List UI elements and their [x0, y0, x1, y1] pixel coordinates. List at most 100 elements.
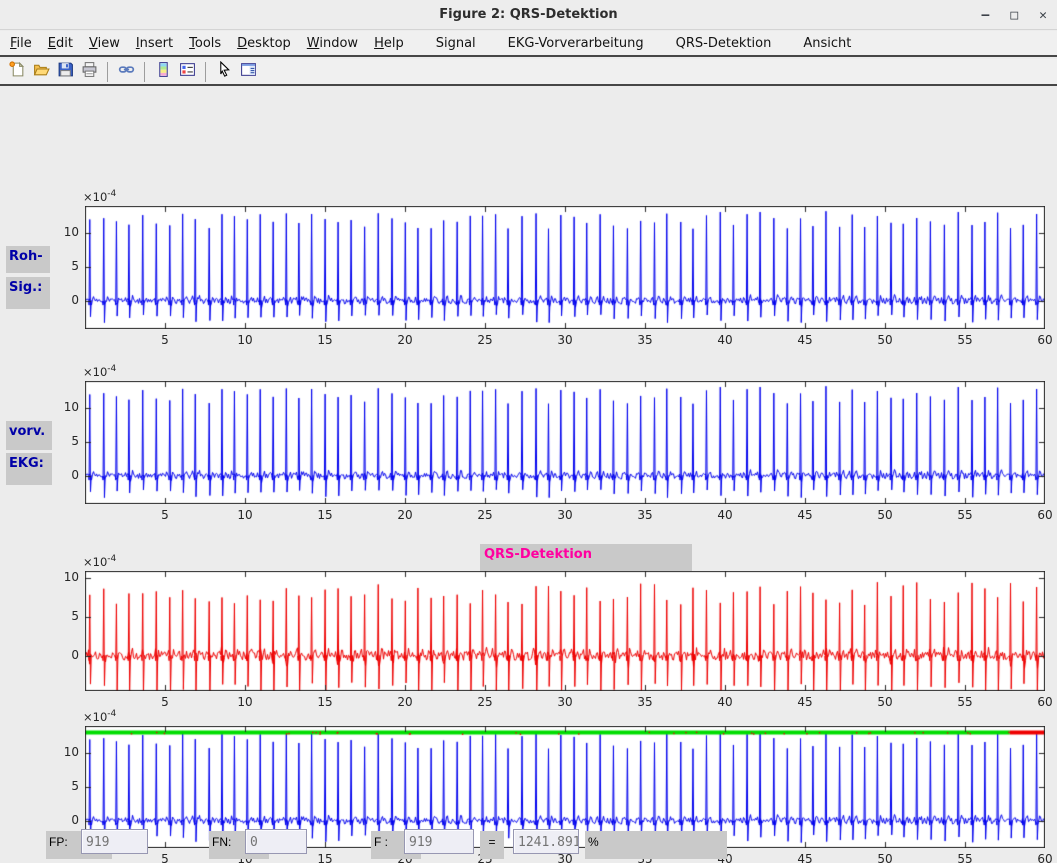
fp-field[interactable] — [81, 829, 148, 854]
x-tick-label: 30 — [557, 333, 572, 347]
f-field[interactable] — [404, 829, 474, 854]
x-tick-label: 35 — [637, 508, 652, 522]
y-tick-label: 5 — [57, 779, 79, 793]
link-plot-button[interactable] — [114, 61, 138, 83]
menu-help[interactable]: Help — [366, 36, 412, 51]
toolbar-separator — [144, 62, 145, 82]
menu-edit[interactable]: Edit — [40, 36, 81, 51]
open-file-button[interactable] — [29, 61, 53, 83]
x-tick-label: 60 — [1037, 333, 1052, 347]
insert-colorbar-button[interactable] — [151, 61, 175, 83]
x-tick-label: 60 — [1037, 508, 1052, 522]
menubar: FileEditViewInsertToolsDesktopWindowHelp… — [0, 31, 1057, 57]
new-figure-button[interactable] — [5, 61, 29, 83]
percent-label: % — [585, 831, 727, 859]
x-tick-label: 15 — [317, 695, 332, 709]
save-figure-icon — [57, 61, 74, 82]
menu-file[interactable]: File — [2, 36, 40, 51]
figure-canvas-area: Roh- Sig.: vorv. EKG: QRS-Detektion 5101… — [0, 86, 1057, 815]
x-tick-label: 5 — [161, 695, 169, 709]
x-tick-label: 30 — [557, 695, 572, 709]
label-ekg: EKG: — [6, 453, 52, 485]
x-tick-label: 40 — [717, 695, 732, 709]
y-tick-label: 5 — [57, 259, 79, 273]
close-button[interactable]: ✕ — [1039, 8, 1047, 23]
menu-window[interactable]: Window — [299, 36, 366, 51]
x-tick-label: 35 — [637, 695, 652, 709]
y-axis-exponent-label: ×10-4 — [83, 554, 116, 569]
y-axis-exponent-label: ×10-4 — [83, 709, 116, 724]
menu-insert[interactable]: Insert — [128, 36, 181, 51]
toolbar-separator — [107, 62, 108, 82]
minimize-button[interactable]: – — [982, 8, 990, 23]
insert-legend-icon — [179, 61, 196, 82]
label-vorv: vorv. — [6, 421, 52, 450]
property-editor-button[interactable] — [236, 61, 260, 83]
x-tick-label: 55 — [957, 695, 972, 709]
x-tick-label: 20 — [397, 508, 412, 522]
x-tick-label: 45 — [797, 508, 812, 522]
window-controls: – □ ✕ — [982, 0, 1047, 30]
x-tick-label: 10 — [237, 508, 252, 522]
link-plot-icon — [118, 61, 135, 82]
y-tick-label: 0 — [57, 293, 79, 307]
x-tick-label: 10 — [237, 695, 252, 709]
x-tick-label: 35 — [637, 333, 652, 347]
x-tick-label: 55 — [957, 508, 972, 522]
toolbar-separator — [205, 62, 206, 82]
x-tick-label: 50 — [877, 852, 892, 863]
open-file-icon — [33, 61, 50, 82]
window-title: Figure 2: QRS-Detektion — [0, 7, 1057, 22]
x-tick-label: 20 — [397, 695, 412, 709]
print-figure-button[interactable] — [77, 61, 101, 83]
menu-view[interactable]: View — [81, 36, 128, 51]
fn-field[interactable] — [245, 829, 307, 854]
x-tick-label: 10 — [237, 333, 252, 347]
roh-signal-axes[interactable] — [85, 206, 1045, 329]
x-tick-label: 45 — [797, 333, 812, 347]
menu-ansicht[interactable]: Ansicht — [795, 36, 859, 51]
menu-desktop[interactable]: Desktop — [229, 36, 299, 51]
x-tick-label: 55 — [957, 333, 972, 347]
insert-legend-button[interactable] — [175, 61, 199, 83]
x-tick-label: 55 — [957, 852, 972, 863]
x-tick-label: 30 — [557, 508, 572, 522]
x-tick-label: 50 — [877, 695, 892, 709]
qrs-detektion-axes[interactable] — [85, 571, 1045, 691]
edit-plot-icon — [216, 61, 233, 82]
vorv-ekg-axes[interactable] — [85, 381, 1045, 504]
menu-qrs-detektion[interactable]: QRS-Detektion — [668, 36, 780, 51]
y-axis-exponent-label: ×10-4 — [83, 364, 116, 379]
x-tick-label: 25 — [477, 695, 492, 709]
equals-label: = — [480, 831, 504, 859]
x-tick-label: 15 — [317, 852, 332, 863]
label-sig: Sig.: — [6, 277, 50, 309]
figure-window: Figure 2: QRS-Detektion – □ ✕ FileEditVi… — [0, 0, 1057, 863]
edit-plot-button[interactable] — [212, 61, 236, 83]
x-tick-label: 15 — [317, 333, 332, 347]
x-tick-label: 25 — [477, 333, 492, 347]
x-tick-label: 60 — [1037, 852, 1052, 863]
x-tick-label: 45 — [797, 695, 812, 709]
x-tick-label: 50 — [877, 508, 892, 522]
x-tick-label: 40 — [717, 333, 732, 347]
print-figure-icon — [81, 61, 98, 82]
x-tick-label: 45 — [797, 852, 812, 863]
y-tick-label: 10 — [57, 745, 79, 759]
menu-ekg-vorverarbeitung[interactable]: EKG-Vorverarbeitung — [500, 36, 652, 51]
x-tick-label: 15 — [317, 508, 332, 522]
property-editor-icon — [240, 61, 257, 82]
y-tick-label: 0 — [57, 813, 79, 827]
y-tick-label: 5 — [57, 434, 79, 448]
menu-tools[interactable]: Tools — [181, 36, 229, 51]
toolbar — [0, 59, 1057, 86]
x-tick-label: 25 — [477, 508, 492, 522]
menu-signal[interactable]: Signal — [428, 36, 484, 51]
ratio-field[interactable] — [513, 829, 579, 854]
x-tick-label: 20 — [397, 333, 412, 347]
save-figure-button[interactable] — [53, 61, 77, 83]
y-axis-exponent-label: ×10-4 — [83, 189, 116, 204]
y-tick-label: 0 — [57, 648, 79, 662]
maximize-button[interactable]: □ — [1010, 8, 1018, 23]
x-tick-label: 5 — [161, 852, 169, 863]
